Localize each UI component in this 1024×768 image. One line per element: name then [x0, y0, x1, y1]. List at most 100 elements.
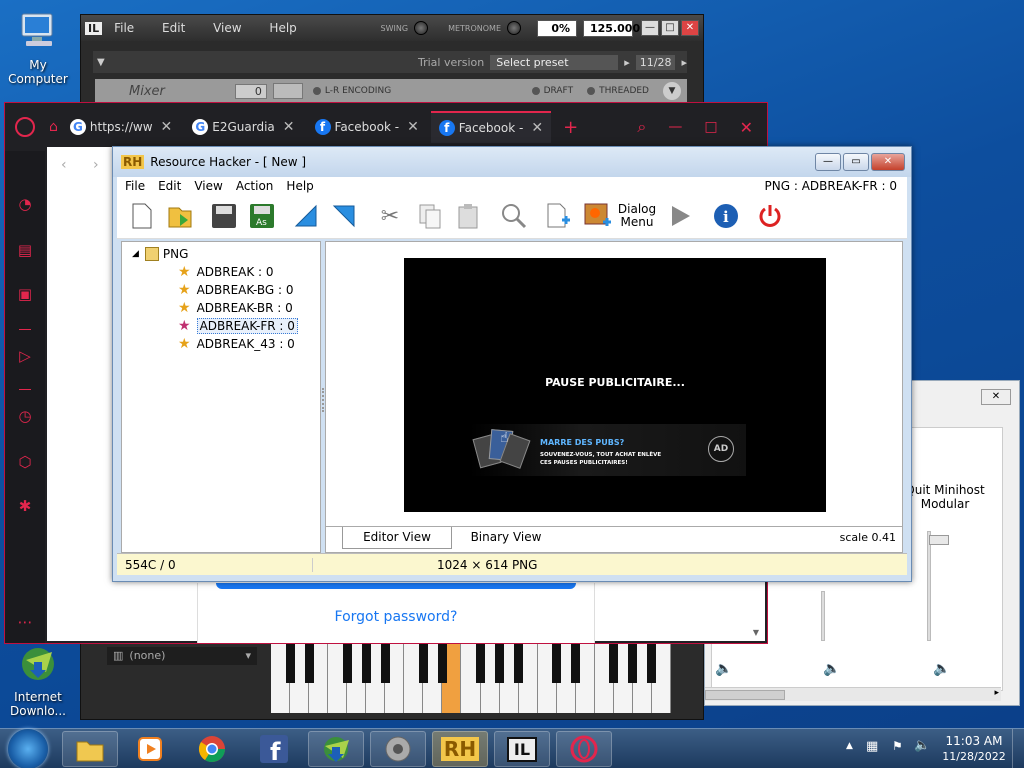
history-icon[interactable]: ◷	[16, 407, 34, 425]
forgot-password-link[interactable]: Forgot password?	[198, 609, 594, 625]
collapse-icon[interactable]: ◢	[132, 249, 139, 259]
piano-black-key[interactable]	[628, 641, 638, 683]
save-button[interactable]	[209, 199, 239, 233]
taskbar-speaker-app[interactable]	[370, 731, 426, 767]
open-folder-button[interactable]	[165, 199, 195, 233]
minimize-button[interactable]: —	[641, 20, 659, 36]
menu-help[interactable]: Help	[269, 21, 296, 35]
tab-facebook-active[interactable]: f Facebook - ✕	[430, 111, 552, 143]
gamepad-icon[interactable]: ⌂	[49, 119, 58, 135]
speaker-icon[interactable]: 🔈	[933, 661, 950, 677]
box-icon[interactable]: ⬡	[16, 453, 34, 471]
minimize-icon[interactable]: —	[668, 119, 682, 135]
piano-black-key[interactable]	[647, 641, 657, 683]
chevron-down-icon[interactable]: ▼	[663, 82, 681, 100]
tree-item-adbreak-bg[interactable]: ★ ADBREAK-BG : 0	[178, 282, 294, 298]
tab-close-icon[interactable]: ✕	[407, 119, 419, 135]
piano-black-key[interactable]	[514, 641, 524, 683]
win3-close-button[interactable]: ✕	[981, 389, 1011, 405]
next-button[interactable]: ▸	[681, 56, 687, 69]
menu-file[interactable]: File	[125, 179, 145, 193]
menu-action[interactable]: Action	[236, 179, 274, 193]
mixer-value[interactable]: 0	[234, 83, 267, 99]
show-desktop-button[interactable]	[1012, 729, 1024, 768]
slider-thumb[interactable]	[929, 535, 949, 545]
maximize-icon[interactable]: □	[704, 119, 717, 135]
dropdown-arrow-icon[interactable]: ▼	[97, 57, 105, 68]
piano-black-key[interactable]	[361, 641, 371, 683]
player-icon[interactable]: ▷	[16, 347, 34, 365]
scrollbar-thumb[interactable]	[705, 690, 785, 700]
piano-black-key[interactable]	[552, 641, 562, 683]
network-icon[interactable]: ▦	[866, 739, 878, 754]
desktop-icon-internet-download[interactable]: Internet Downlo...	[0, 642, 76, 718]
piano-black-key[interactable]	[418, 641, 428, 683]
run-script-icon[interactable]	[665, 199, 695, 233]
menu-edit[interactable]: Edit	[162, 21, 185, 35]
splitter-handle[interactable]	[322, 388, 325, 412]
back-icon[interactable]: ‹	[61, 157, 67, 173]
taskbar-opera-gx[interactable]	[556, 731, 612, 767]
login-button[interactable]	[216, 583, 576, 589]
twitch-icon[interactable]: ▣	[16, 285, 34, 303]
speaker-icon[interactable]: 🔈	[715, 661, 732, 677]
volume-slider[interactable]	[927, 531, 931, 641]
info-icon[interactable]: i	[711, 199, 741, 233]
save-as-button[interactable]: As	[247, 199, 277, 233]
taskbar-media-player[interactable]	[122, 731, 178, 767]
taskbar-chrome[interactable]	[184, 731, 240, 767]
threaded-label[interactable]: THREADED	[599, 86, 649, 96]
desktop-icon-my-computer[interactable]: My Computer	[0, 10, 76, 86]
speed-dial-icon[interactable]: ◔	[16, 195, 34, 213]
add-image-icon[interactable]	[583, 199, 613, 233]
bag-icon[interactable]: ▤	[16, 241, 34, 259]
chevron-right-icon[interactable]: ▸	[624, 56, 630, 69]
tempo-display[interactable]: 125.000	[583, 19, 640, 37]
menu-view[interactable]: View	[194, 179, 222, 193]
tree-item-adbreak[interactable]: ★ ADBREAK : 0	[178, 264, 274, 280]
piano-black-key[interactable]	[380, 641, 390, 683]
swing-knob[interactable]	[414, 21, 429, 35]
tab-close-icon[interactable]: ✕	[283, 119, 295, 135]
taskbar-minihost[interactable]: IL	[494, 731, 550, 767]
new-tab-button[interactable]: +	[563, 117, 578, 138]
volume-slider[interactable]	[821, 591, 825, 641]
draft-label[interactable]: DRAFT	[544, 86, 574, 96]
maximize-button[interactable]: □	[661, 20, 679, 36]
piano-black-key[interactable]	[285, 641, 295, 683]
tree-root[interactable]: ◢ PNG	[132, 246, 188, 262]
add-resource-icon[interactable]	[543, 199, 573, 233]
close-button[interactable]: ✕	[681, 20, 699, 36]
search-icon[interactable]: ⌕	[637, 117, 646, 137]
tree-item-adbreak-fr[interactable]: ★ ADBREAK-FR : 0	[178, 318, 298, 334]
taskbar-idm[interactable]	[308, 731, 364, 767]
minimize-button[interactable]: —	[815, 153, 841, 171]
menu-help[interactable]: Help	[286, 179, 313, 193]
horizontal-scrollbar[interactable]: ▸	[705, 687, 1001, 701]
new-file-button[interactable]	[127, 199, 157, 233]
menu-view[interactable]: View	[213, 21, 241, 35]
tray-expand-icon[interactable]: ▲	[846, 741, 853, 751]
cut-icon[interactable]: ✂	[375, 199, 405, 233]
tab-editor-view[interactable]: Editor View	[342, 527, 452, 549]
forward-icon[interactable]: ›	[93, 157, 99, 173]
maximize-button[interactable]: ▭	[843, 153, 869, 171]
tab-e2guardian[interactable]: G E2Guardia ✕	[184, 111, 302, 143]
tab-facebook[interactable]: f Facebook - ✕	[307, 111, 427, 143]
dialog-menu-button[interactable]: Dialog Menu	[618, 199, 656, 233]
taskbar-facebook[interactable]: f	[246, 731, 302, 767]
piano-black-key[interactable]	[304, 641, 314, 683]
piano-black-key[interactable]	[609, 641, 619, 683]
tab-https[interactable]: G https://ww ✕	[62, 111, 180, 143]
paste-icon[interactable]	[453, 199, 483, 233]
piano-black-key[interactable]	[342, 641, 352, 683]
piano-black-key[interactable]	[571, 641, 581, 683]
clock[interactable]: 11:03 AM 11/28/2022	[938, 733, 1010, 765]
speaker-icon[interactable]: 🔈	[823, 661, 840, 677]
piano-black-key[interactable]	[476, 641, 486, 683]
mixer-button[interactable]	[272, 83, 303, 99]
taskbar-resource-hacker[interactable]: RH	[432, 731, 488, 767]
opera-logo-icon[interactable]	[15, 117, 35, 137]
tab-close-icon[interactable]: ✕	[531, 120, 543, 136]
more-icon[interactable]: ⋯	[16, 613, 34, 631]
